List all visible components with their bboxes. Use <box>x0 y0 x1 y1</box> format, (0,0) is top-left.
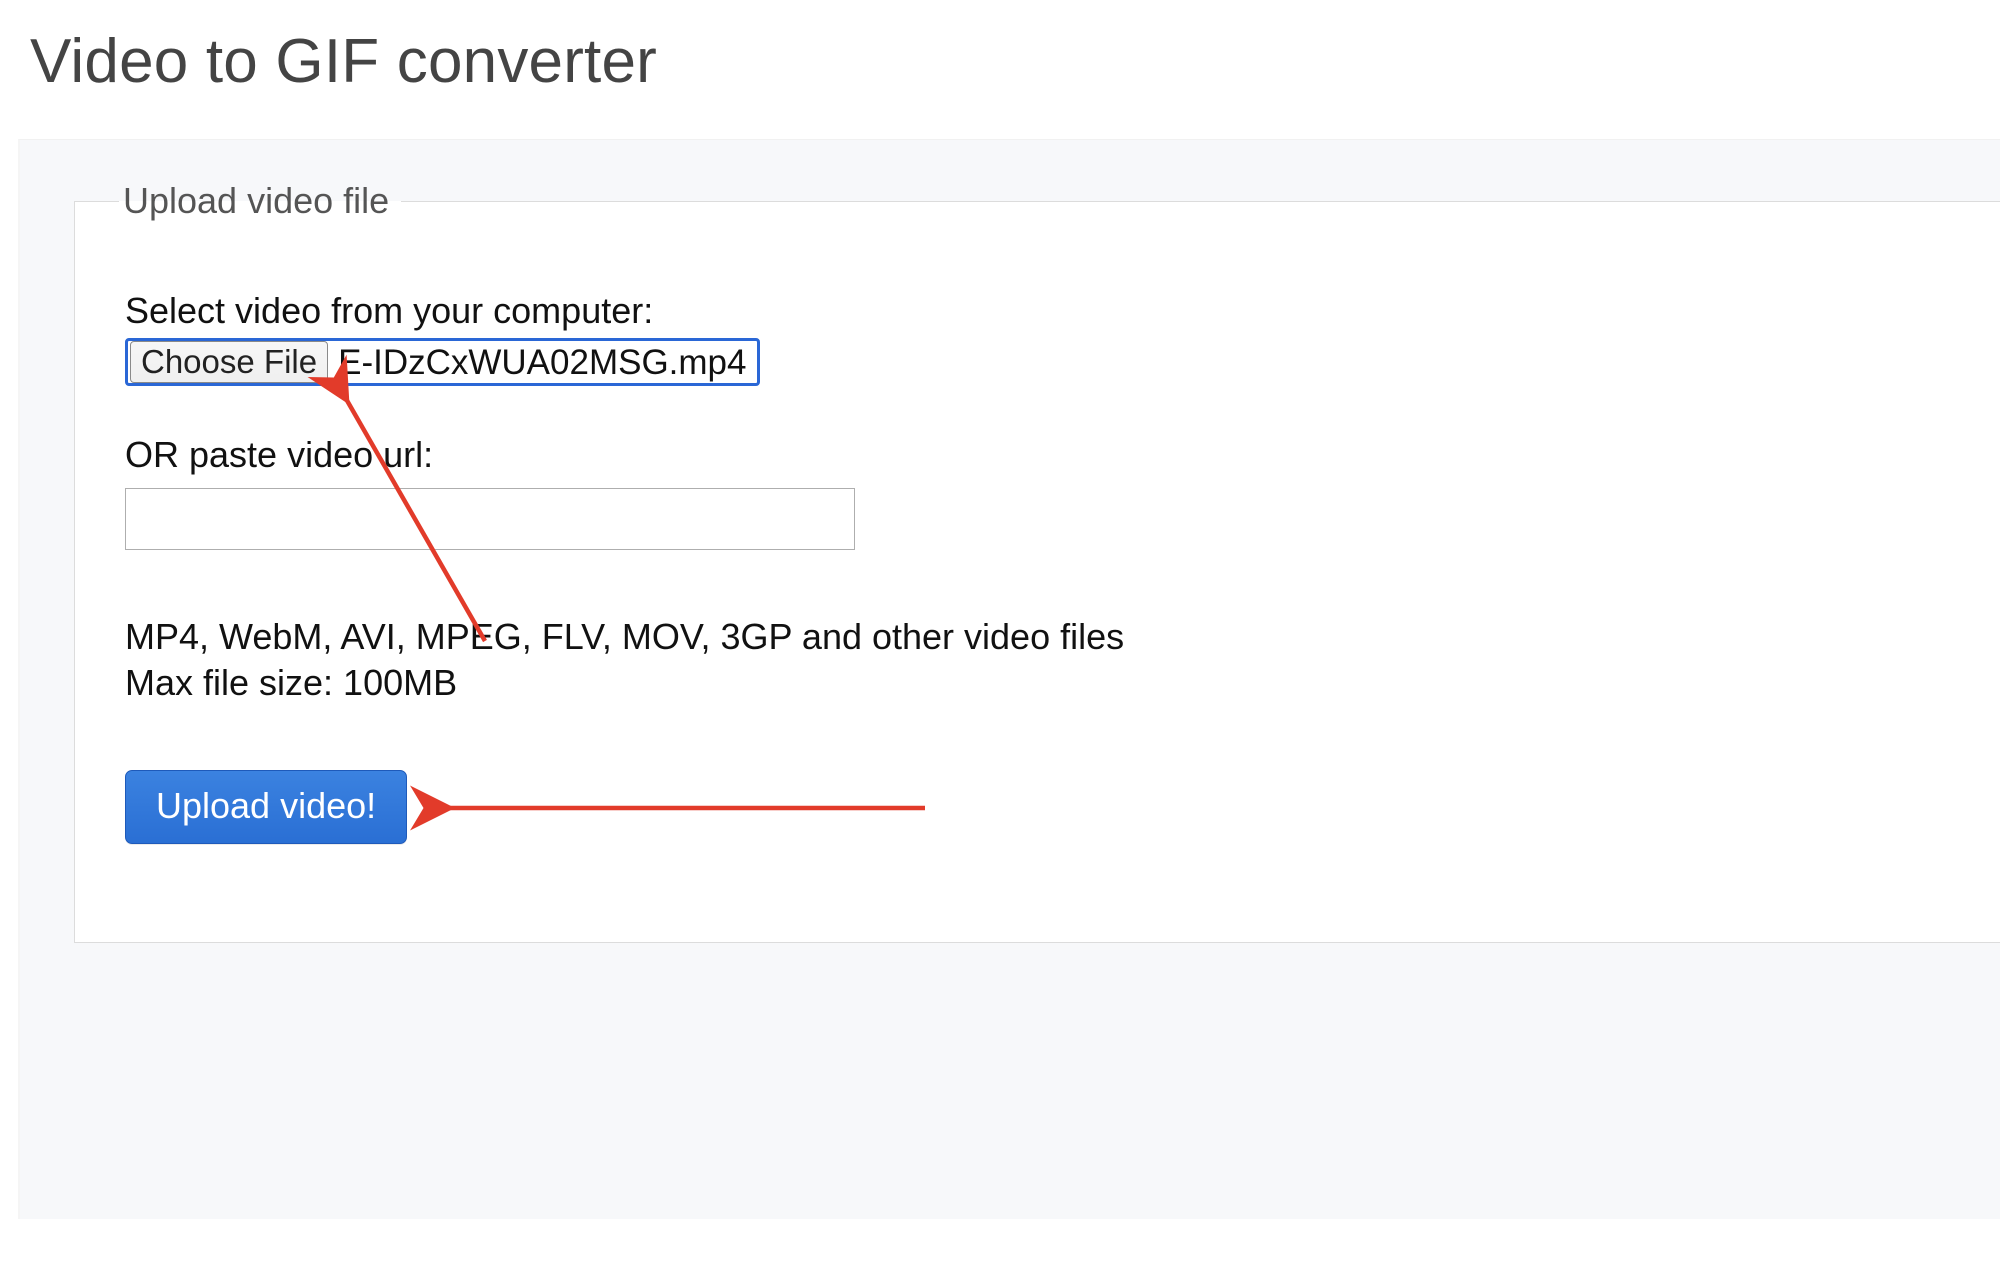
content-panel: Upload video file Select video from your… <box>18 139 2000 1219</box>
page-root: Video to GIF converter Upload video file… <box>0 0 2000 1278</box>
file-input-row: Choose File E-IDzCxWUA02MSG.mp4 <box>125 338 2000 386</box>
select-video-label: Select video from your computer: <box>125 290 2000 332</box>
supported-formats-text: MP4, WebM, AVI, MPEG, FLV, MOV, 3GP and … <box>125 616 1124 657</box>
upload-legend: Upload video file <box>119 180 401 222</box>
max-file-size-text: Max file size: 100MB <box>125 662 457 703</box>
chosen-filename: E-IDzCxWUA02MSG.mp4 <box>338 345 754 380</box>
upload-video-button[interactable]: Upload video! <box>125 770 407 844</box>
video-url-input[interactable] <box>125 488 855 550</box>
paste-url-label: OR paste video url: <box>125 434 2000 476</box>
file-input-wrapper[interactable]: Choose File E-IDzCxWUA02MSG.mp4 <box>125 338 760 386</box>
supported-formats-block: MP4, WebM, AVI, MPEG, FLV, MOV, 3GP and … <box>125 614 1225 706</box>
upload-fieldset: Upload video file Select video from your… <box>74 180 2000 943</box>
choose-file-button[interactable]: Choose File <box>130 341 328 383</box>
page-title: Video to GIF converter <box>0 0 2000 97</box>
